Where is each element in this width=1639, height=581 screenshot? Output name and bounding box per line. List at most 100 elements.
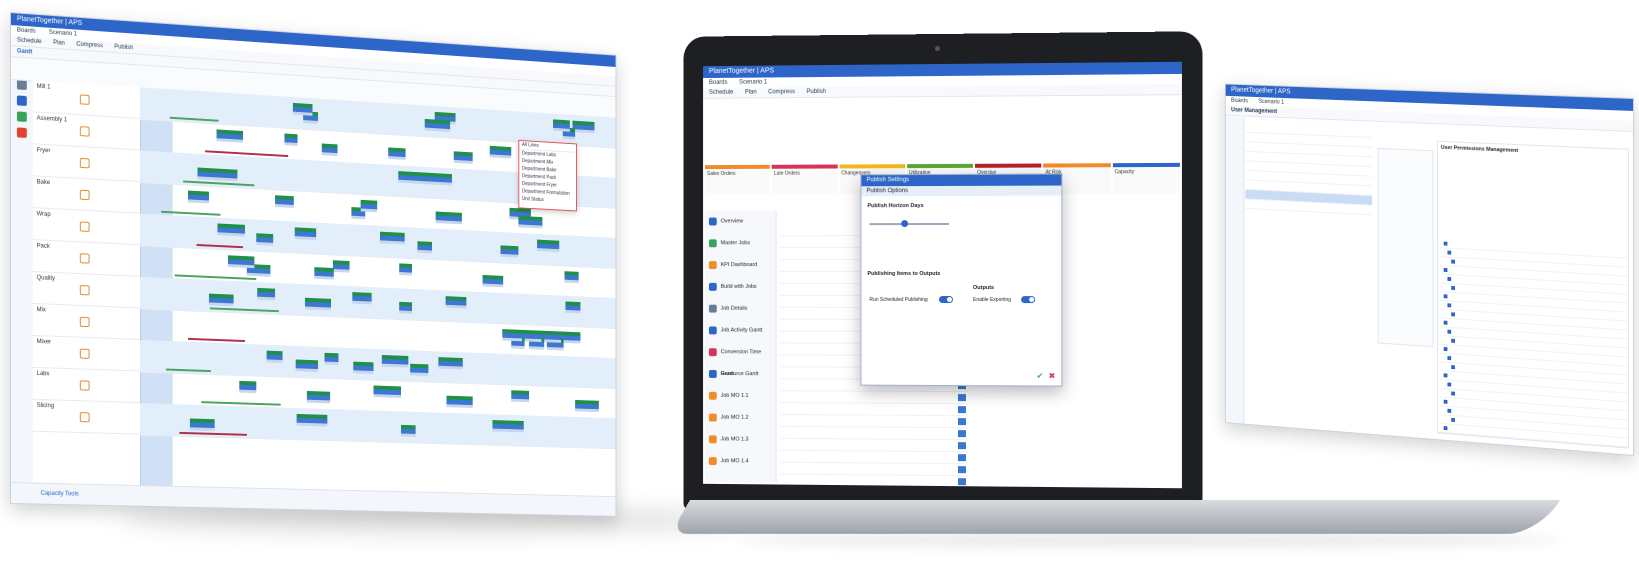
permission-checkbox[interactable] (1451, 285, 1455, 291)
toolbar-schedule[interactable]: Schedule (17, 37, 42, 45)
permission-checkbox[interactable] (1451, 338, 1455, 343)
gantt-bar[interactable] (399, 301, 412, 314)
gantt-bar[interactable] (435, 211, 462, 225)
resource-row[interactable]: Mixer (32, 335, 140, 372)
permission-checkbox[interactable] (1451, 417, 1455, 423)
kpi-category-card[interactable]: Capacity (1112, 162, 1180, 194)
resource-row[interactable]: Labs (32, 367, 140, 404)
table-row[interactable] (779, 391, 968, 405)
kpi-category-card[interactable]: Late Orders (771, 164, 838, 195)
gantt-bar[interactable] (482, 274, 504, 288)
nav-item[interactable]: Job MO 1.3 (705, 428, 776, 450)
nav-item[interactable]: Master Jobs (705, 232, 776, 254)
gantt-bar[interactable] (216, 129, 244, 143)
menu-boards[interactable]: Boards (17, 27, 36, 34)
table-row[interactable] (779, 486, 968, 489)
gantt-bar[interactable] (216, 168, 238, 182)
enable-exporting-toggle[interactable] (1021, 296, 1036, 304)
menu-scenario[interactable]: Scenario 1 (49, 30, 77, 38)
nav-item[interactable]: KPI Dashboard (705, 254, 776, 276)
gantt-bar[interactable] (187, 190, 209, 204)
close-icon[interactable]: ✖ (1049, 371, 1056, 380)
toolbar-plan[interactable]: Plan (745, 89, 757, 95)
gantt-bar[interactable] (321, 143, 338, 157)
nav-item[interactable]: Job Details (705, 298, 776, 320)
check-icon[interactable]: ✔ (1037, 371, 1044, 380)
gantt-bar[interactable] (424, 118, 451, 132)
permission-checkbox[interactable] (1451, 259, 1455, 264)
toolbar-compress[interactable]: Compress (768, 89, 795, 95)
nav-item[interactable]: Job MO 1.1 (705, 385, 776, 407)
permission-checkbox[interactable] (1447, 250, 1452, 255)
gantt-bar[interactable] (373, 385, 389, 398)
permission-checkbox[interactable] (1443, 399, 1448, 404)
gantt-bar[interactable] (306, 390, 331, 404)
permission-checkbox[interactable] (1447, 382, 1452, 387)
gantt-bar[interactable] (314, 267, 334, 280)
gantt-bar[interactable] (292, 102, 313, 116)
menu-scenario[interactable]: Scenario 1 (1258, 99, 1284, 106)
gantt-bar[interactable] (445, 296, 467, 309)
gantt-bar[interactable] (381, 354, 409, 368)
gantt-bar[interactable] (332, 260, 350, 273)
resource-row[interactable]: Quality (32, 272, 140, 309)
permission-checkbox[interactable] (1451, 391, 1455, 396)
permission-checkbox[interactable] (1451, 312, 1455, 317)
gantt-bar[interactable] (537, 239, 560, 253)
gantt-bar[interactable] (500, 245, 519, 258)
permission-checkbox[interactable] (1443, 373, 1448, 378)
gantt-bar[interactable] (518, 215, 543, 229)
gantt-bar[interactable] (239, 380, 257, 394)
nav-item[interactable]: Overview (705, 210, 776, 232)
gantt-bar[interactable] (438, 357, 463, 370)
gantt-bar[interactable] (266, 350, 283, 363)
gantt-bar[interactable] (275, 195, 294, 208)
gantt-bar[interactable] (572, 120, 595, 134)
menu-scenario[interactable]: Scenario 1 (739, 79, 767, 85)
gantt-bar[interactable] (379, 231, 405, 245)
table-row[interactable] (779, 474, 968, 489)
permission-checkbox[interactable] (1443, 294, 1448, 299)
permission-checkbox[interactable] (1443, 241, 1448, 246)
permission-checkbox[interactable] (1443, 346, 1448, 352)
nav-item[interactable]: Conversion Time Gantt (705, 341, 776, 377)
toolbar-schedule[interactable]: Schedule (709, 90, 733, 96)
gantt-bar[interactable] (295, 359, 319, 372)
gantt-bar[interactable] (352, 292, 372, 305)
gantt-bar[interactable] (324, 352, 339, 365)
permission-checkbox[interactable] (1447, 408, 1452, 413)
gantt-bar[interactable] (284, 133, 298, 146)
gantt-bar[interactable] (417, 241, 433, 254)
gantt-bar[interactable] (410, 363, 429, 376)
gantt-bar[interactable] (307, 414, 328, 427)
gantt-bar[interactable] (503, 420, 524, 433)
gantt-bar[interactable] (201, 418, 215, 431)
permission-checkbox[interactable] (1447, 329, 1452, 334)
permission-checkbox[interactable] (1443, 267, 1448, 273)
resource-row[interactable]: Wrap (32, 208, 140, 246)
gantt-bar[interactable] (294, 227, 317, 241)
capacity-tools-link[interactable]: Capacity Tools (41, 491, 79, 498)
gantt-bar[interactable] (511, 390, 530, 403)
gantt-bar[interactable] (425, 172, 452, 186)
toolbar-publish[interactable]: Publish (807, 89, 826, 95)
gantt-bar[interactable] (217, 223, 245, 237)
toolbar-publish[interactable]: Publish (114, 44, 133, 51)
permission-checkbox[interactable] (1447, 303, 1452, 308)
gantt-bar[interactable] (401, 424, 416, 437)
gantt-bar[interactable] (305, 297, 332, 311)
gantt-bar[interactable] (575, 399, 599, 413)
permission-checkbox[interactable] (1443, 426, 1448, 431)
resource-row[interactable]: Slicing (32, 399, 140, 435)
gantt-bar[interactable] (565, 301, 581, 314)
gantt-bar[interactable] (564, 271, 579, 284)
gantt-bar[interactable] (388, 147, 406, 160)
nav-item[interactable]: Job MO 1.4 (705, 450, 776, 472)
permission-checkbox[interactable] (1443, 320, 1448, 325)
gantt-bar[interactable] (399, 263, 412, 276)
gantt-bar[interactable] (256, 233, 274, 246)
run-scheduled-toggle[interactable] (939, 295, 953, 304)
gantt-bar[interactable] (257, 287, 276, 301)
menu-boards[interactable]: Boards (1231, 98, 1248, 104)
toolbar-plan[interactable]: Plan (53, 40, 65, 47)
